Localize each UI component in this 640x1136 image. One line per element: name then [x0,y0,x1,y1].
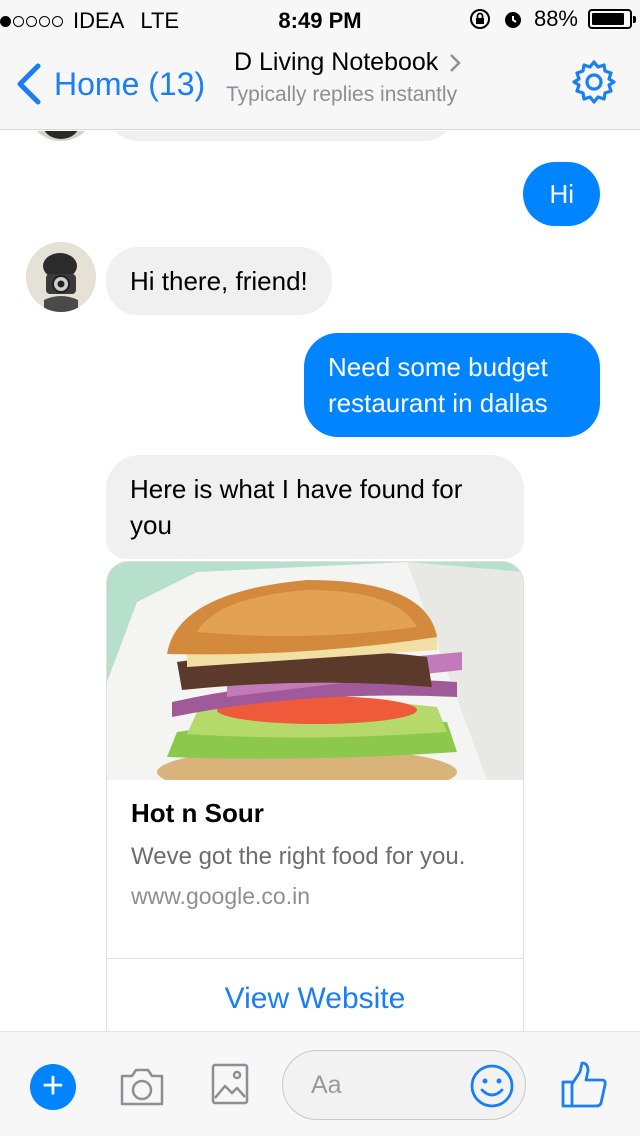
card-title: Hot n Sour [131,798,264,828]
status-right: 88% [468,6,636,32]
network-label: LTE [140,8,180,33]
card-divider [107,958,523,959]
gear-icon[interactable] [570,58,618,106]
plus-icon[interactable]: + [30,1064,76,1110]
status-bar: IDEA LTE 8:49 PM 88% [0,0,640,40]
lock-rotation-icon [469,9,490,29]
card-url: www.google.co.in [131,883,310,909]
conversation-header: Home (13) D Living Notebook Typically re… [0,40,640,130]
view-website-button[interactable]: View Website [107,982,523,1016]
avatar[interactable] [26,242,96,312]
composer-bar: + [0,1031,640,1136]
status-left: IDEA LTE [0,8,179,34]
signal-strength-icon [0,15,63,27]
conversation-title-area[interactable]: D Living Notebook Typically replies inst… [220,48,500,107]
battery-icon [588,9,636,29]
camera-icon[interactable] [118,1064,166,1110]
card-subtitle: Weve got the right food for you. [131,843,466,870]
page-title: D Living Notebook [234,48,439,76]
alarm-icon [504,12,521,28]
message-bubble-partial [106,131,456,141]
emoji-icon[interactable] [469,1063,515,1109]
image-icon[interactable] [210,1062,250,1106]
back-label: Home (13) [54,65,206,102]
chevron-right-icon [450,53,462,72]
card-body: Hot n Sour Weve got the right food for y… [107,780,523,910]
battery-percent: 88% [533,6,578,31]
message-bubble-incoming: Hi there, friend! [106,247,332,315]
thumbs-up-icon[interactable] [560,1060,608,1110]
carrier-label: IDEA [73,8,125,33]
message-input-wrapper[interactable] [282,1050,526,1120]
back-button[interactable]: Home (13) [14,62,205,106]
avatar [26,131,96,141]
link-card[interactable]: Hot n Sour Weve got the right food for y… [106,561,524,1031]
message-bubble-outgoing: Need some budget restaurant in dallas [304,333,600,437]
card-image[interactable] [107,562,523,780]
message-input[interactable] [311,1065,461,1105]
message-bubble-incoming: Here is what I have found for you [106,455,524,559]
page-subtitle: Typically replies instantly [226,83,458,106]
back-chevron-icon [17,63,41,105]
burger-image [107,562,523,780]
message-list[interactable]: Hi Hi there, friend! Need some budget re… [0,131,640,1031]
message-bubble-outgoing: Hi [523,162,600,226]
